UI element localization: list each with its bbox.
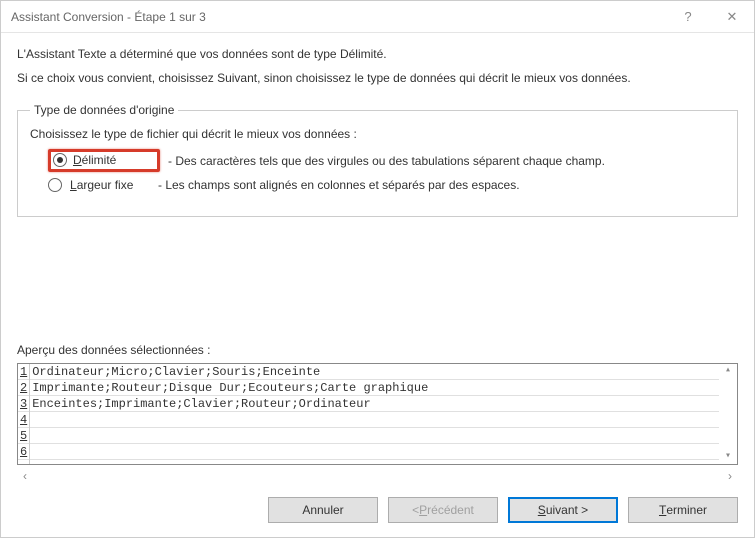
dialog-content: L'Assistant Texte a déterminé que vos do… [1,33,754,487]
help-button[interactable]: ? [666,1,710,33]
origin-group: Type de données d'origine Choisissez le … [17,103,738,217]
preview-row [30,428,719,444]
highlight-delimited: Délimité [48,149,160,172]
scroll-up-icon[interactable]: ▴ [725,366,731,376]
preview-line-numbers: 1 2 3 4 5 6 [18,364,30,464]
radio-row-delimited[interactable]: Délimité - Des caractères tels que des v… [48,149,725,172]
scroll-left-icon[interactable]: ‹ [23,469,27,483]
lineno: 6 [18,444,29,460]
lineno: 4 [18,412,29,428]
lineno: 5 [18,428,29,444]
preview-horizontal-scrollbar[interactable]: ‹ › [17,465,738,487]
origin-group-legend: Type de données d'origine [30,103,178,117]
finish-button[interactable]: Terminer [628,497,738,523]
preview-box: 1 2 3 4 5 6 Ordinateur;Micro;Clavier;Sou… [17,363,738,465]
help-icon: ? [684,9,691,24]
preview-row: Imprimante;Routeur;Disque Dur;Ecouteurs;… [30,380,719,396]
origin-instruction: Choisissez le type de fichier qui décrit… [30,127,725,141]
cancel-button[interactable]: Annuler [268,497,378,523]
intro-text-2: Si ce choix vous convient, choisissez Su… [17,71,738,85]
preview-row [30,444,719,460]
radio-delimited[interactable] [53,153,67,167]
radio-fixed-desc: - Les champs sont alignés en colonnes et… [158,178,520,192]
wizard-dialog: Assistant Conversion - Étape 1 sur 3 ? ✕… [0,0,755,538]
window-title: Assistant Conversion - Étape 1 sur 3 [11,10,666,24]
radio-fixed[interactable] [48,178,62,192]
scroll-down-icon[interactable]: ▾ [725,452,731,462]
radio-delimited-desc: - Des caractères tels que des virgules o… [168,154,605,168]
lineno: 1 [18,364,29,380]
close-icon: ✕ [727,9,738,25]
lineno: 3 [18,396,29,412]
button-row: Annuler < Précédent Suivant > Terminer [1,487,754,537]
close-button[interactable]: ✕ [710,1,754,33]
scroll-right-icon[interactable]: › [728,469,732,483]
preview-vertical-scrollbar[interactable]: ▴ ▾ [719,364,737,464]
lineno: 2 [18,380,29,396]
preview-label: Aperçu des données sélectionnées : [17,343,738,357]
preview-row [30,412,719,428]
intro-text-1: L'Assistant Texte a déterminé que vos do… [17,47,738,61]
radio-row-fixed[interactable]: Largeur fixe - Les champs sont alignés e… [48,178,725,192]
radio-delimited-label: Délimité [73,153,153,167]
preview-row: Enceintes;Imprimante;Clavier;Routeur;Ord… [30,396,719,412]
next-button[interactable]: Suivant > [508,497,618,523]
preview-lines: Ordinateur;Micro;Clavier;Souris;Enceinte… [30,364,719,464]
back-button: < Précédent [388,497,498,523]
titlebar: Assistant Conversion - Étape 1 sur 3 ? ✕ [1,1,754,33]
preview-row: Ordinateur;Micro;Clavier;Souris;Enceinte [30,364,719,380]
radio-fixed-label: Largeur fixe [70,178,150,192]
